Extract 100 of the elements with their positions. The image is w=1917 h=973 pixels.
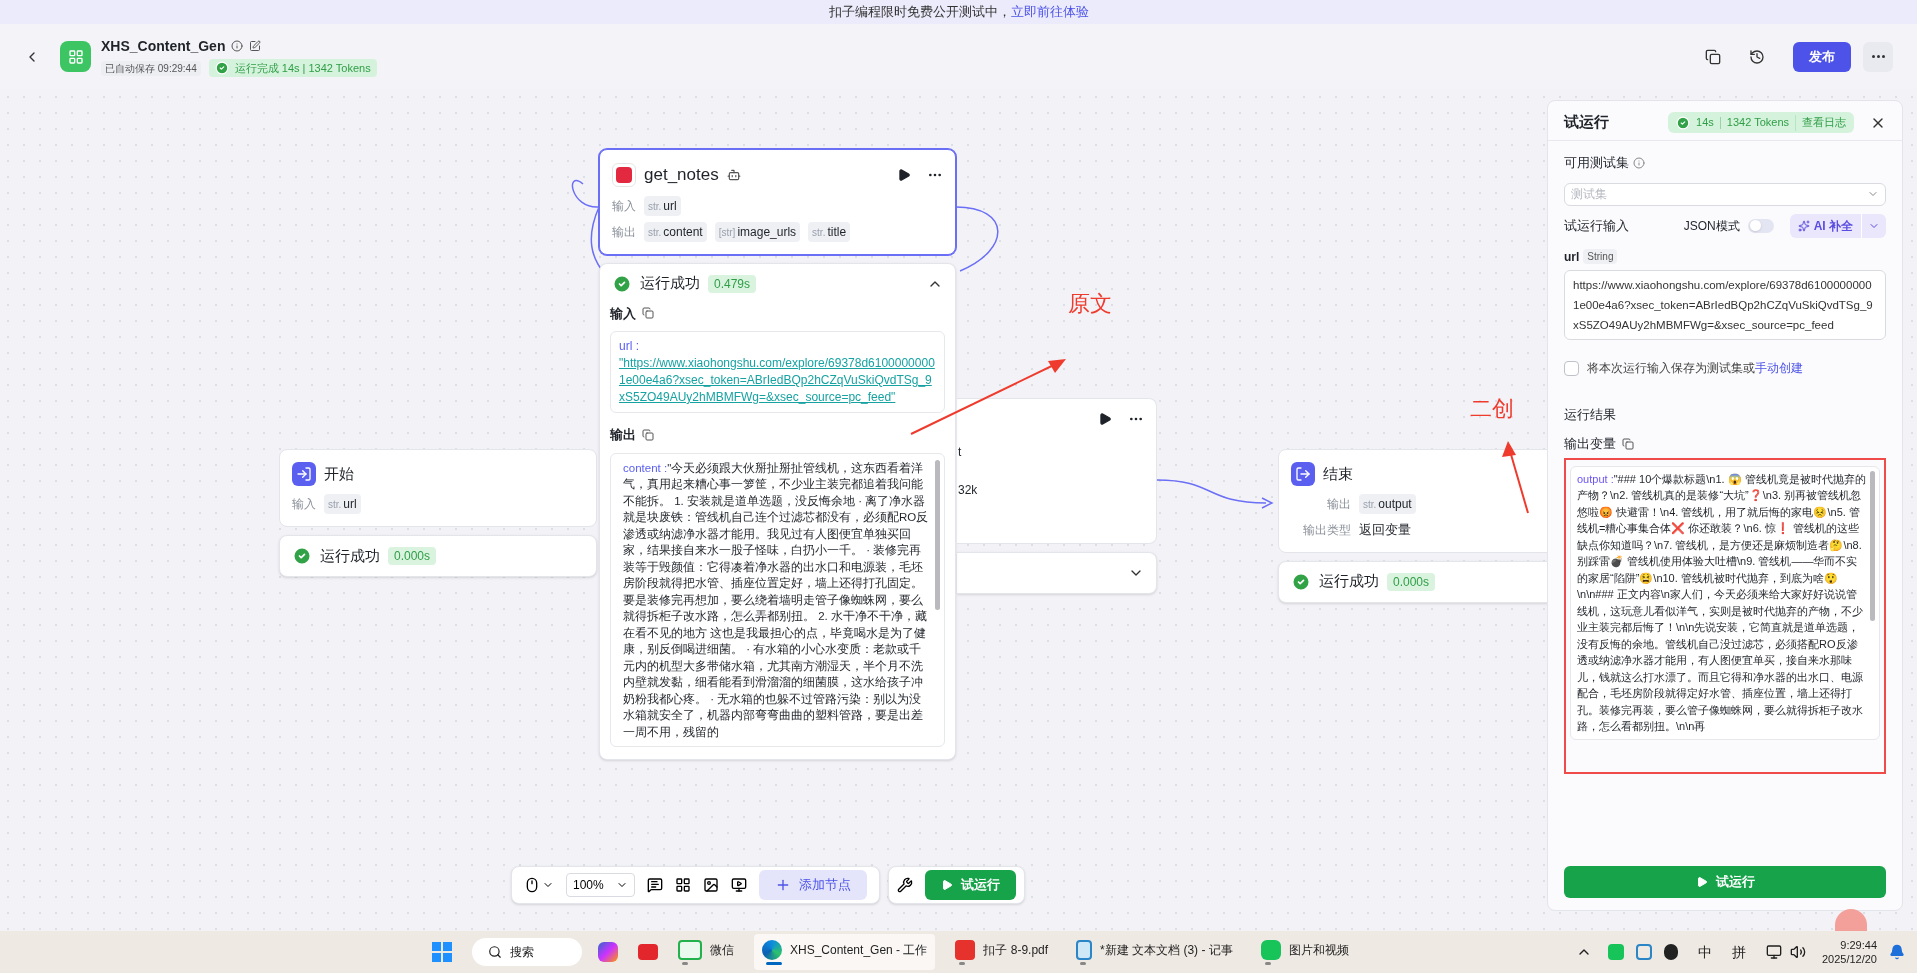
info-icon[interactable] bbox=[231, 40, 244, 53]
value-key: url : bbox=[619, 338, 936, 355]
ime-indicator[interactable]: 中 bbox=[1697, 941, 1712, 963]
param-type: str. bbox=[1363, 498, 1377, 512]
run-status: 运行成功 bbox=[320, 545, 380, 566]
app-label: 微信 bbox=[710, 941, 734, 959]
image-icon[interactable] bbox=[702, 877, 719, 893]
app-label: *新建 文本文档 (3) - 记事 bbox=[1100, 941, 1233, 959]
field-name: url bbox=[1564, 248, 1580, 266]
section-label: 输出变量 bbox=[1564, 435, 1616, 454]
node-title: 开始 bbox=[324, 463, 354, 484]
notification-icon[interactable] bbox=[1889, 944, 1905, 960]
tray-app-icon[interactable] bbox=[1635, 944, 1652, 960]
taskbar-app[interactable]: 扣子 8-9.pdf bbox=[947, 934, 1057, 970]
browser-icon bbox=[762, 939, 782, 960]
workflow-node[interactable]: 开始 输入 str. url bbox=[279, 449, 597, 527]
section-label: 输入 bbox=[610, 304, 636, 323]
windows-start-icon[interactable] bbox=[432, 942, 452, 962]
node-title: get_notes bbox=[644, 164, 719, 186]
row-value: 返回变量 bbox=[1359, 521, 1411, 539]
screen-icon[interactable] bbox=[730, 877, 747, 893]
run-status-badge: 运行完成 14s | 1342 Tokens bbox=[208, 58, 377, 78]
chat-app-icon bbox=[678, 939, 702, 960]
taskbar-search[interactable]: 搜索 bbox=[472, 938, 582, 966]
param-name: image_urls bbox=[737, 223, 797, 241]
param-type: str. bbox=[328, 498, 342, 512]
param-type: str. bbox=[648, 199, 662, 214]
taskbar-app[interactable]: 微信 bbox=[670, 934, 742, 970]
run-node-button[interactable] bbox=[1098, 412, 1112, 426]
grid-icon[interactable] bbox=[674, 877, 691, 893]
url-input[interactable]: https://www.xiaohongshu.com/explore/69378d61000000001e00e4a6?xsec_token=ABrIedBQp2hCZqVuSkiQvdTSg_9xS5ZO49AUy2hMBMFWg=&xsec_source=pc_feed bbox=[1564, 269, 1886, 340]
section-label: 试运行输入 bbox=[1564, 216, 1629, 235]
search-icon bbox=[488, 945, 502, 959]
taskbar-app[interactable]: *新建 文本文档 (3) - 记事 bbox=[1068, 934, 1241, 970]
info-icon bbox=[1633, 156, 1645, 169]
param-name: url bbox=[663, 197, 677, 215]
announcement-link[interactable]: 立即前往体验 bbox=[1010, 2, 1089, 22]
publish-button[interactable]: 发布 bbox=[1793, 41, 1851, 72]
run-node-button[interactable] bbox=[897, 167, 911, 182]
create-link[interactable]: 手动创建 bbox=[1755, 361, 1803, 374]
ime-indicator[interactable]: 拼 bbox=[1731, 941, 1746, 963]
comment-icon[interactable] bbox=[646, 877, 663, 893]
add-node-button[interactable]: 添加节点 bbox=[758, 870, 867, 900]
run-status: 运行成功 bbox=[1319, 571, 1379, 592]
row-label: 输出 bbox=[612, 223, 636, 241]
clock[interactable]: 9:29:44 2025/12/20 bbox=[1821, 938, 1877, 966]
workflow-node[interactable]: t 32k bbox=[957, 398, 1157, 544]
node-text: t bbox=[958, 444, 963, 461]
param-name: url bbox=[343, 496, 357, 513]
section-label: 运行结果 bbox=[1564, 405, 1617, 424]
output-value: output :"### 10个爆款标题\n1. 😱 管线机竟是被时代抛弃的产物？\n2. 管线机真的是装修“大坑”❓\n3. 别再被管线机忽悠啦😡 快避雷！\n4. 管线机，用了就后悔的家电😣\n5. 管线机=糟心事集合体❌ 你还敢装？\n6. 惊❗ 管线机的这些缺点你知道吗？\n7. 管线机，是方便还是麻烦制造者🤔\n8. 别踩雷💣 管线机使用体验大吐槽\n9. 管线机——华而不实的家居“陷阱”😫\n10. 管线机被时代抛弃，到底为啥😲\n\n### 正文内容\n家人们，今天必须来给大家好好说说管线机，这玩意儿看似洋气，实则是被时代抛弃的产物，不少业主装完都后悔了！\n\n先说安装，它简直就是道单选题，没有反悔的余地。管线机自己没过滤芯，必须搭配RO反渗透或纳滤净水器才能用，有人图便宜单买，接自来水那味儿，钱就这么打水漂了。而且它得和净水器的出水口、电源配合，毛坯房阶段就得定好水管、插座位置，墙上还得打孔。装修完再装，要么管子像蜘蛛网，要么就得拆柜子改水路，怎么看都别扭。\n\n再 bbox=[1577, 471, 1866, 735]
section-label: 可用测试集 bbox=[1564, 154, 1629, 172]
json-mode-label: JSON模式 bbox=[1683, 217, 1740, 235]
workflow-node[interactable]: get_notes 输入 str. url 输出 str. content [str] image_urls str. title bbox=[599, 149, 956, 255]
param-name: title bbox=[827, 223, 847, 241]
autosave-badge: 已自动保存 09:29:44 bbox=[101, 60, 201, 76]
robot-icon bbox=[726, 167, 741, 182]
connector-line bbox=[955, 206, 999, 272]
announcement-text: 扣子编程限时免费公开测试中， bbox=[828, 3, 1011, 21]
wrench-icon[interactable] bbox=[896, 877, 913, 893]
mouse-mode-button[interactable] bbox=[524, 877, 554, 893]
office-app-icon[interactable] bbox=[638, 944, 658, 960]
more-button[interactable] bbox=[1863, 41, 1893, 72]
end-node-icon bbox=[1291, 462, 1315, 486]
notepad-icon bbox=[1076, 939, 1093, 960]
run-time: 14s bbox=[1696, 115, 1714, 131]
output-value: content :"今天必须跟大伙掰扯掰扯管线机，这东西看着洋气，真用起来糟心事一箩筐，不少业主装完都追着我问能不能拆。 1. 安装就是道单选题，没反悔余地 · 离了净水器就是块废铁：管线机自己连个过滤芯都没有，必须配RO反渗透或纳滤净水器才能用。我见过有人图便宜单独买回家，结果接自来水一股子怪味，白扔小一千。 · 装修完再装等于毁颜值：它得凑着净水器的出水口和电源装，毛坯房阶段就得把水管、插座位置定好，墙上还得打孔固定。要是装修完再想加，要么绕着墙明走管子像蜘蛛网，要么就得拆柜子改水路，怎么弄都别扭。 2. 水干净不干净，藏在看不见的地方 这也是我最担心的点，毕竟喝水是为了健康，别反倒喝进细菌。 · 有水箱的小心水变质：老款或千元内的机型大多带储水箱，尤其南方潮湿天，半个月不洗内壁就发黏，细看能看到滑溜溜的细菌膜，这水给孩子冲奶粉我都心疼。 · 无水箱的也躲不过管路污染：别以为没水箱就安全了，机器内部弯弯曲曲的塑料管路，要是出差一周不用，残留的 bbox=[623, 460, 930, 740]
param-type: str. bbox=[812, 225, 826, 240]
row-label: 输入 bbox=[292, 496, 316, 513]
json-mode-toggle[interactable] bbox=[1747, 218, 1774, 233]
row-label: 输入 bbox=[612, 197, 636, 215]
assistant-app-icon[interactable] bbox=[598, 942, 618, 962]
token-count: 1342 Tokens bbox=[1726, 115, 1789, 131]
run-time-badge: 0.000s bbox=[1387, 572, 1436, 591]
display-icon[interactable] bbox=[1765, 944, 1782, 960]
sparkle-icon bbox=[1797, 219, 1810, 232]
taskbar-app[interactable]: 图片和视频 bbox=[1252, 934, 1357, 970]
row-label: 输出类型 bbox=[1302, 521, 1351, 539]
start-node-icon bbox=[292, 462, 316, 486]
taskbar-app[interactable]: XHS_Content_Gen - 工作 bbox=[754, 934, 936, 970]
app-label: 扣子 8-9.pdf bbox=[983, 941, 1049, 959]
panel-title: 试运行 bbox=[1564, 112, 1609, 133]
annotation-text: 原文 bbox=[1068, 290, 1112, 318]
success-icon bbox=[292, 546, 312, 566]
save-checkbox[interactable] bbox=[1564, 360, 1579, 376]
param-type: str. bbox=[648, 225, 662, 240]
annotation-text: 二创 bbox=[1470, 395, 1514, 423]
success-icon bbox=[214, 61, 229, 75]
node-text: 32k bbox=[958, 482, 979, 499]
node-title: 结束 bbox=[1323, 463, 1353, 484]
plugin-logo-icon bbox=[612, 162, 636, 187]
workflow-node[interactable]: 结束 输出 str. output 输出类型 返回变量 bbox=[1278, 449, 1547, 553]
run-time-badge: 0.000s bbox=[388, 547, 437, 565]
copy-icon[interactable] bbox=[1705, 48, 1721, 65]
history-icon[interactable] bbox=[1749, 48, 1765, 65]
zoom-select[interactable]: 100% bbox=[566, 873, 635, 897]
volume-icon[interactable] bbox=[1789, 944, 1806, 960]
edit-icon[interactable] bbox=[249, 40, 262, 53]
chat-app-icon bbox=[1260, 939, 1281, 960]
play-icon bbox=[1695, 876, 1708, 888]
